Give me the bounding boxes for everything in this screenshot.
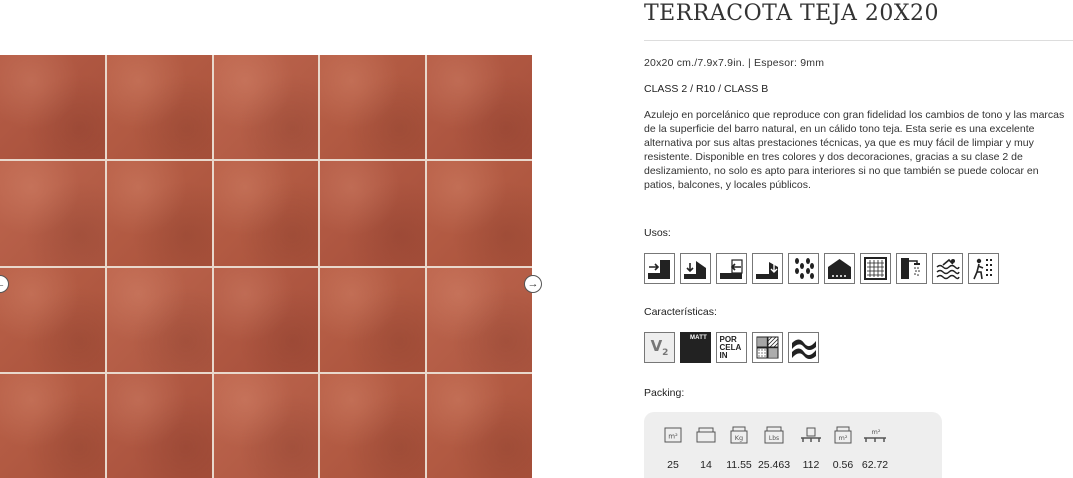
sqm-icon-text: m² xyxy=(668,433,678,441)
packing-table: m² 25 14 Kg 11.55 Lbs 25.463 112 m² 0.56… xyxy=(644,412,942,478)
box-sqm-icon-text: m² xyxy=(839,434,848,442)
packing-label: Packing: xyxy=(644,387,685,399)
variation-v-label: V xyxy=(650,337,663,355)
bathroom-person-icon xyxy=(968,253,999,284)
packing-column: m² 25 xyxy=(658,424,688,471)
floor-arrow-down-outdoor-icon xyxy=(752,253,783,284)
usos-icons xyxy=(644,253,999,284)
packing-value: 11.55 xyxy=(726,459,752,471)
tile xyxy=(213,373,319,478)
packing-value: 0.56 xyxy=(832,459,854,471)
arrow-right-icon: → xyxy=(527,277,539,290)
tile xyxy=(106,373,212,478)
product-dimensions: 20x20 cm./7.9x7.9in. | Espesor: 9mm xyxy=(644,57,825,69)
tile xyxy=(320,161,426,266)
caracteristicas-icons: V2 MATT POR CELA IN xyxy=(644,332,819,363)
box-kg-icon-text: Kg xyxy=(735,434,743,442)
tile xyxy=(213,161,319,266)
rectified-pattern-icon xyxy=(752,332,783,363)
packing-column: m² 0.56 xyxy=(828,424,858,471)
porcelain-line: IN xyxy=(719,350,728,360)
sqm-icon: m² xyxy=(664,424,682,446)
wavy-surface-icon xyxy=(788,332,819,363)
packing-column: Kg 11.55 xyxy=(724,424,754,471)
tile xyxy=(320,267,426,372)
packing-column: m² 62.72 xyxy=(858,424,892,471)
packing-value: 62.72 xyxy=(861,459,889,471)
footprints-icon xyxy=(788,253,819,284)
product-title: TERRACOTA TEJA 20X20 xyxy=(644,1,940,26)
house-floor-icon xyxy=(824,253,855,284)
wall-arrow-in-icon xyxy=(644,253,675,284)
box-lbs-icon-text: Lbs xyxy=(769,435,779,442)
tile xyxy=(427,55,532,160)
usos-label: Usos: xyxy=(644,227,671,239)
box-sqm-icon: m² xyxy=(834,424,852,446)
matt-finish-icon: MATT xyxy=(680,332,711,363)
product-class: CLASS 2 / R10 / CLASS B xyxy=(644,83,769,95)
tile xyxy=(213,55,319,160)
tile xyxy=(213,267,319,372)
tile xyxy=(320,373,426,478)
box-lbs-icon: Lbs xyxy=(764,424,784,446)
gallery-next-button[interactable]: → xyxy=(524,275,542,293)
product-image-gallery[interactable] xyxy=(0,55,532,478)
packing-value: 25 xyxy=(667,459,679,471)
packing-value: 25.463 xyxy=(757,459,791,471)
pool-waves-icon xyxy=(932,253,963,284)
tile xyxy=(106,55,212,160)
wall-arrow-out-icon xyxy=(716,253,747,284)
tile xyxy=(427,161,532,266)
variation-v2-icon: V2 xyxy=(644,332,675,363)
shower-icon xyxy=(896,253,927,284)
pallet-sqm-icon: m² xyxy=(863,424,887,446)
matt-label: MATT xyxy=(689,335,707,341)
box-kg-icon: Kg xyxy=(730,424,748,446)
packing-value: 112 xyxy=(802,459,820,471)
tile xyxy=(0,373,105,478)
arrow-left-icon: ← xyxy=(0,277,6,290)
packing-value: 14 xyxy=(700,459,712,471)
tile xyxy=(106,161,212,266)
packing-column: Lbs 25.463 xyxy=(754,424,794,471)
variation-number-label: 2 xyxy=(662,348,669,358)
tile xyxy=(427,373,532,478)
packing-column: 112 xyxy=(794,424,828,471)
pallet-boxes-icon xyxy=(800,424,822,446)
tile xyxy=(320,55,426,160)
tile xyxy=(0,161,105,266)
caracteristicas-label: Características: xyxy=(644,306,717,318)
tile-grid-icon xyxy=(860,253,891,284)
title-divider xyxy=(644,40,1073,41)
pallet-sqm-icon-text: m² xyxy=(872,428,881,436)
product-description: Azulejo en porcelánico que reproduce con… xyxy=(644,109,1065,191)
box-icon xyxy=(696,424,716,446)
tile xyxy=(0,55,105,160)
floor-arrow-down-icon xyxy=(680,253,711,284)
tile xyxy=(427,267,532,372)
tile xyxy=(106,267,212,372)
tile xyxy=(0,267,105,372)
packing-column: 14 xyxy=(688,424,724,471)
terracotta-tile-image xyxy=(0,55,532,478)
porcelain-icon: POR CELA IN xyxy=(716,332,747,363)
